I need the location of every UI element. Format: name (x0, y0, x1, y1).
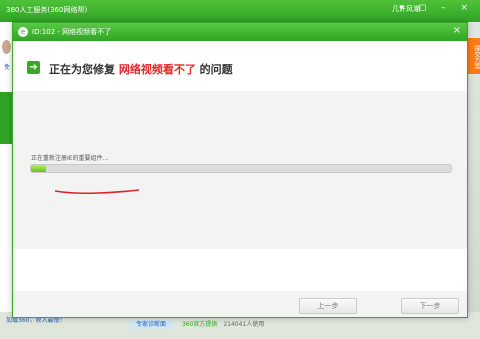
expert-tab[interactable]: 专家诊断面 (130, 320, 173, 329)
left-green-block (0, 92, 12, 144)
progress-bar (30, 164, 452, 173)
next-button[interactable]: 下一步 (401, 298, 459, 314)
prev-button[interactable]: 上一步 (299, 298, 357, 314)
ie-logo-icon: e (18, 27, 28, 37)
bottom-stats: 专家诊断面 360官方提供 214041人使用 (130, 319, 265, 329)
arrow-right-icon: ➔ (27, 61, 40, 74)
dialog-title: ID:102 - 网络视频看不了 (32, 28, 112, 36)
handwritten-underline (54, 189, 140, 195)
heading-text: 正在为您修复 网络视频看不了 的问题 (49, 63, 233, 76)
submit-plan-tab[interactable]: 提交方案 (468, 38, 480, 74)
problem-name: 网络视频看不了 (118, 63, 196, 76)
dialog-header: e ID:102 - 网络视频看不了 × (13, 23, 467, 41)
dialog-footer (13, 291, 467, 317)
avatar (2, 40, 11, 54)
progress-fill (31, 165, 46, 172)
status-text: 正在重新注册IE的重要组件... (31, 155, 109, 162)
app-titlebar: 360人工服务(360网络帮) 几许风潮 ▾ ◻ – × (0, 0, 480, 22)
left-panel: 免 (0, 22, 12, 339)
window-controls[interactable]: ▾ ◻ – × (399, 3, 474, 13)
left-link[interactable]: 免 (4, 62, 10, 71)
close-button[interactable]: × (453, 25, 461, 36)
official-label: 360官方提供 (181, 321, 218, 328)
app-title: 360人工服务(360网络帮) (6, 6, 88, 14)
user-count: 214041人使用 (223, 321, 265, 328)
repair-dialog: e ID:102 - 网络视频看不了 × ➔ 正在为您修复 网络视频看不了 的问… (12, 22, 468, 318)
